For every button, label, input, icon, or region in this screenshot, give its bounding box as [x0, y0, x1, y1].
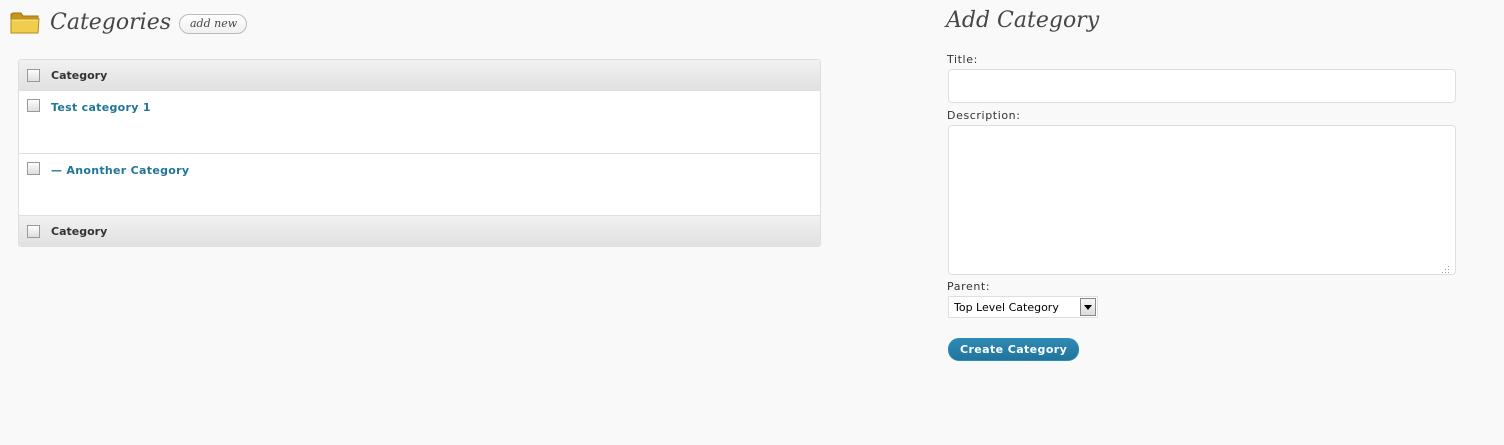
table-footer: Category: [19, 215, 820, 246]
add-new-button[interactable]: add new: [179, 14, 248, 34]
form-title: Add Category: [946, 8, 1100, 33]
column-header-category: Category: [51, 68, 108, 82]
table-row: — Anonther Category: [19, 153, 820, 215]
categories-heading: Categories add new: [10, 6, 821, 38]
add-category-form: Add Category Title: Description: Parent:…: [946, 5, 1458, 361]
page-title: Categories: [50, 9, 171, 35]
table-row: Test category 1: [19, 91, 820, 153]
categories-panel: Categories add new Category Test categor…: [10, 6, 821, 247]
folder-icon: [10, 9, 40, 35]
resize-handle-icon[interactable]: [1440, 259, 1450, 273]
select-all-checkbox[interactable]: [27, 68, 40, 82]
table-header: Category: [19, 60, 820, 91]
parent-label: Parent:: [947, 280, 991, 293]
description-label: Description:: [947, 109, 1021, 122]
parent-select[interactable]: Top Level Category: [948, 296, 1098, 318]
title-label: Title:: [947, 53, 978, 66]
categories-table: Category Test category 1 — Anonther Cate…: [18, 59, 821, 247]
category-link[interactable]: Test category 1: [51, 101, 151, 114]
row-checkbox[interactable]: [27, 99, 40, 112]
title-input[interactable]: [948, 69, 1456, 103]
category-link[interactable]: — Anonther Category: [51, 164, 189, 177]
create-category-button[interactable]: Create Category: [948, 338, 1080, 361]
select-all-checkbox-footer[interactable]: [27, 224, 40, 238]
column-footer-category: Category: [51, 224, 108, 238]
description-textarea[interactable]: [948, 125, 1456, 275]
chevron-down-icon[interactable]: [1080, 298, 1096, 316]
parent-selected-value: Top Level Category: [954, 300, 1059, 314]
row-checkbox[interactable]: [27, 162, 40, 175]
